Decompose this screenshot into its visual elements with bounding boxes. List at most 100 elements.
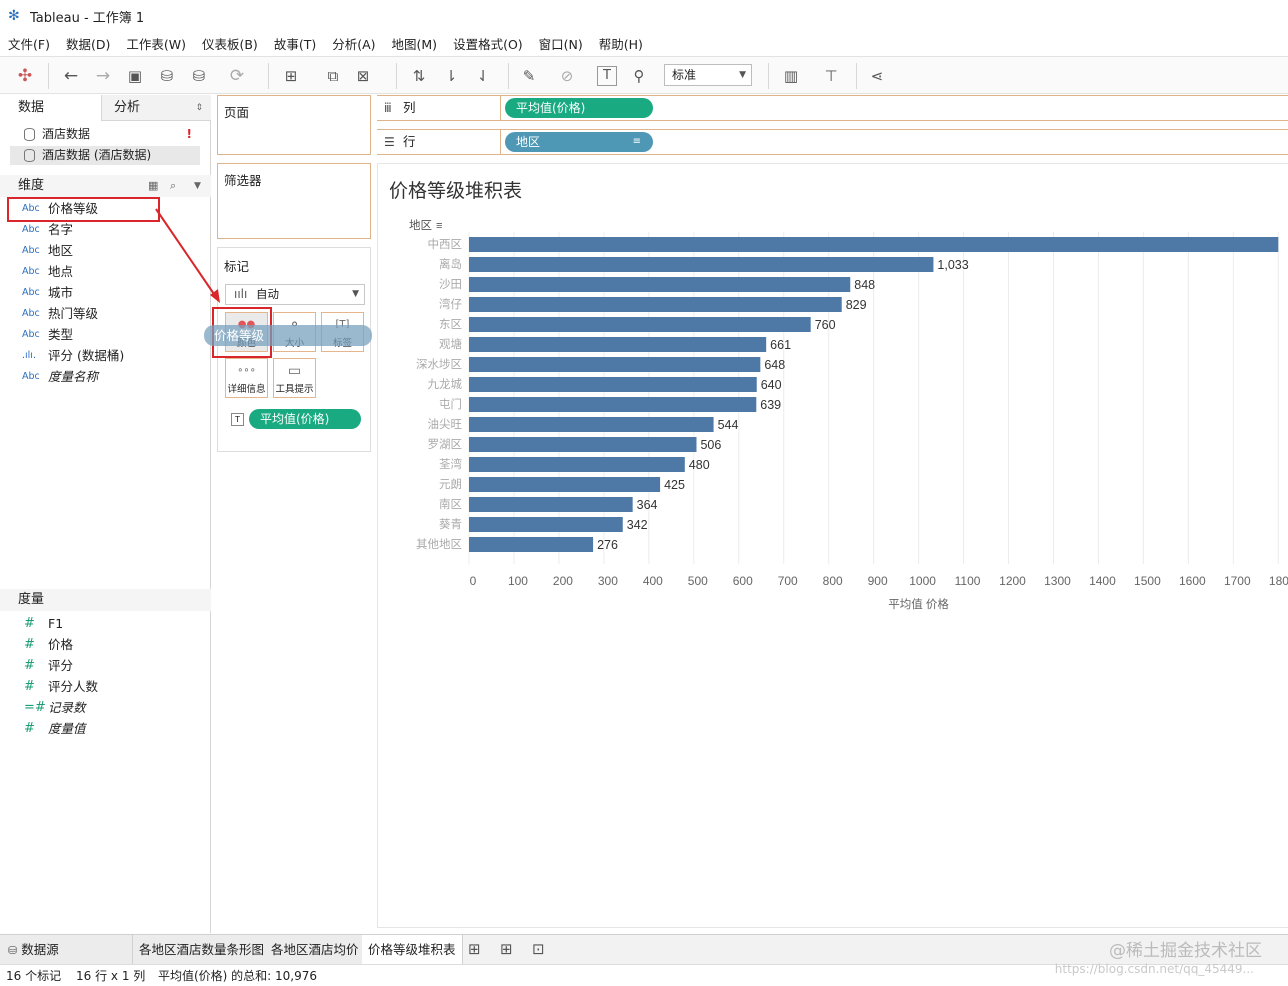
duplicate-icon[interactable]: ⧉ bbox=[322, 65, 344, 87]
forward-icon[interactable]: → bbox=[92, 65, 114, 87]
search-icon[interactable]: ⌕ bbox=[170, 175, 176, 197]
columns-shelf[interactable]: ⅲ 列 平均值(价格) bbox=[377, 95, 1288, 121]
show-me-icon[interactable]: ▥ bbox=[780, 65, 802, 87]
tooltip-icon: ▭ bbox=[287, 363, 302, 379]
menu-help[interactable]: 帮助(H) bbox=[599, 34, 643, 53]
detail-icon: ∘∘∘ bbox=[237, 365, 256, 376]
x-axis-title: 平均值 价格 bbox=[888, 597, 949, 611]
category-label: 油尖旺 bbox=[428, 417, 463, 431]
menu-data[interactable]: 数据(D) bbox=[66, 34, 110, 53]
sort-asc-icon[interactable]: ⇂ bbox=[440, 65, 462, 87]
tableau-logo-icon: ✻ bbox=[8, 8, 20, 24]
tooltip-button[interactable]: ▭ 工具提示 bbox=[273, 358, 316, 398]
field-item[interactable]: .ılı. 评分 (数据桶) bbox=[8, 345, 198, 366]
back-icon[interactable]: ← bbox=[60, 65, 82, 87]
updown-icon: ⇕ bbox=[195, 103, 203, 113]
field-item[interactable]: Abc 度量名称 bbox=[8, 366, 198, 387]
columns-pill-avg-price[interactable]: 平均值(价格) bbox=[505, 98, 653, 118]
menu-map[interactable]: 地图(M) bbox=[392, 34, 438, 53]
database-icon bbox=[24, 128, 35, 141]
bar bbox=[469, 497, 633, 512]
field-item[interactable]: # 评分人数 bbox=[8, 676, 198, 697]
rows-pill-region[interactable]: 地区 ≡ bbox=[505, 132, 653, 152]
pause-icon[interactable]: ⛁ bbox=[188, 65, 210, 87]
menu-analysis[interactable]: 分析(A) bbox=[332, 34, 375, 53]
chevron-down-icon: ▼ bbox=[739, 70, 746, 80]
detail-button[interactable]: ∘∘∘ 详细信息 bbox=[225, 358, 268, 398]
field-name: 度量名称 bbox=[48, 369, 99, 384]
datasource-tab[interactable]: ⛁ 数据源 bbox=[0, 935, 133, 964]
clear-icon[interactable]: ⊠ bbox=[352, 65, 374, 87]
pin-icon[interactable]: ⚲ bbox=[628, 65, 650, 87]
field-name: 地区 bbox=[48, 243, 74, 258]
new-worksheet-icon[interactable]: ⊞ bbox=[468, 940, 481, 958]
x-tick-label: 700 bbox=[778, 574, 798, 588]
data-label: 760 bbox=[815, 318, 836, 332]
sheet-tab-3[interactable]: 价格等级堆积表 bbox=[362, 935, 463, 964]
sheet-tab-2[interactable]: 各地区酒店均价 bbox=[265, 935, 366, 964]
filters-card[interactable]: 筛选器 bbox=[217, 163, 371, 239]
label-icon[interactable]: T bbox=[597, 66, 617, 86]
field-name: 评分 bbox=[48, 658, 74, 673]
drag-pill-price-level[interactable]: 价格等级 bbox=[204, 325, 372, 346]
save-icon[interactable]: ▣ bbox=[124, 65, 146, 87]
fit-select[interactable]: 标准 ▼ bbox=[664, 64, 752, 86]
group-icon[interactable]: ⊘ bbox=[556, 65, 578, 87]
pages-card[interactable]: 页面 bbox=[217, 95, 371, 155]
refresh-icon[interactable]: ⟳ bbox=[226, 65, 248, 87]
menu-worksheet[interactable]: 工作表(W) bbox=[126, 34, 186, 53]
chevron-down-icon: ▼ bbox=[352, 289, 359, 299]
tab-analysis[interactable]: 分析 ⇕ bbox=[101, 95, 211, 121]
bar bbox=[469, 237, 1279, 252]
new-worksheet-icon[interactable]: ⊞ bbox=[280, 65, 302, 87]
sheet-bar: ⛁ 数据源 各地区酒店数量条形图 各地区酒店均价 价格等级堆积表 ⊞ ⊞ ⊡ bbox=[0, 934, 1288, 964]
swap-icon[interactable]: ⇅ bbox=[408, 65, 430, 87]
field-item[interactable]: =# 记录数 bbox=[8, 697, 198, 718]
menu-file[interactable]: 文件(F) bbox=[8, 34, 50, 53]
share-icon[interactable]: ⋖ bbox=[866, 65, 888, 87]
data-label: 639 bbox=[760, 398, 781, 412]
dimension-type-icon: Abc bbox=[22, 329, 40, 340]
menu-format[interactable]: 设置格式(O) bbox=[453, 34, 523, 53]
x-tick-label: 1200 bbox=[999, 574, 1026, 588]
bar bbox=[469, 537, 594, 552]
list-view-icon[interactable]: ▦ bbox=[148, 175, 158, 197]
tab-data[interactable]: 数据 bbox=[0, 95, 101, 121]
tableau-home-icon[interactable]: ✣ bbox=[14, 65, 36, 87]
columns-icon: ⅲ bbox=[384, 101, 392, 115]
sort-desc-icon[interactable]: ⇃ bbox=[472, 65, 494, 87]
highlight-icon[interactable]: ✎ bbox=[518, 65, 540, 87]
watermark-url: https://blog.csdn.net/qq_45449... bbox=[1054, 962, 1254, 976]
datasource-item-active[interactable]: 酒店数据 (酒店数据) bbox=[10, 146, 200, 165]
menu-window[interactable]: 窗口(N) bbox=[539, 34, 583, 53]
new-datasource-icon[interactable]: ⛁ bbox=[156, 65, 178, 87]
bar-chart-icon: ıılı bbox=[234, 287, 248, 301]
x-tick-label: 200 bbox=[553, 574, 573, 588]
field-item[interactable]: # 度量值 bbox=[8, 718, 198, 739]
bar bbox=[469, 357, 761, 372]
data-label: 640 bbox=[761, 378, 782, 392]
presentation-icon[interactable]: ⊤ bbox=[820, 65, 842, 87]
field-item[interactable]: # F1 bbox=[8, 613, 198, 634]
datasource-item[interactable]: 酒店数据 ! bbox=[10, 125, 200, 144]
category-label: 罗湖区 bbox=[428, 437, 463, 451]
mark-type-select[interactable]: ıılı 自动 ▼ bbox=[225, 284, 365, 305]
label-mark-icon: T bbox=[231, 413, 244, 426]
category-label: 深水埗区 bbox=[416, 357, 462, 371]
new-story-icon[interactable]: ⊡ bbox=[532, 940, 545, 958]
menu-story[interactable]: 故事(T) bbox=[274, 34, 316, 53]
field-item[interactable]: # 价格 bbox=[8, 634, 198, 655]
field-name: 类型 bbox=[48, 327, 74, 342]
sheet-tab-1[interactable]: 各地区酒店数量条形图 bbox=[133, 935, 272, 964]
field-item[interactable]: # 评分 bbox=[8, 655, 198, 676]
menu-dashboard[interactable]: 仪表板(B) bbox=[202, 34, 258, 53]
field-name: 度量值 bbox=[48, 721, 86, 736]
chevron-down-icon[interactable]: ▼ bbox=[194, 175, 201, 197]
field-item[interactable]: Abc 类型 bbox=[8, 324, 198, 345]
new-dashboard-icon[interactable]: ⊞ bbox=[500, 940, 513, 958]
measure-type-icon: =# bbox=[24, 700, 46, 715]
marks-pill-avg-price[interactable]: 平均值(价格) bbox=[249, 409, 361, 429]
rows-shelf[interactable]: ☰ 行 地区 ≡ bbox=[377, 129, 1288, 155]
status-dims: 16 行 x 1 列 bbox=[76, 969, 146, 983]
measure-type-icon: # bbox=[24, 679, 35, 694]
